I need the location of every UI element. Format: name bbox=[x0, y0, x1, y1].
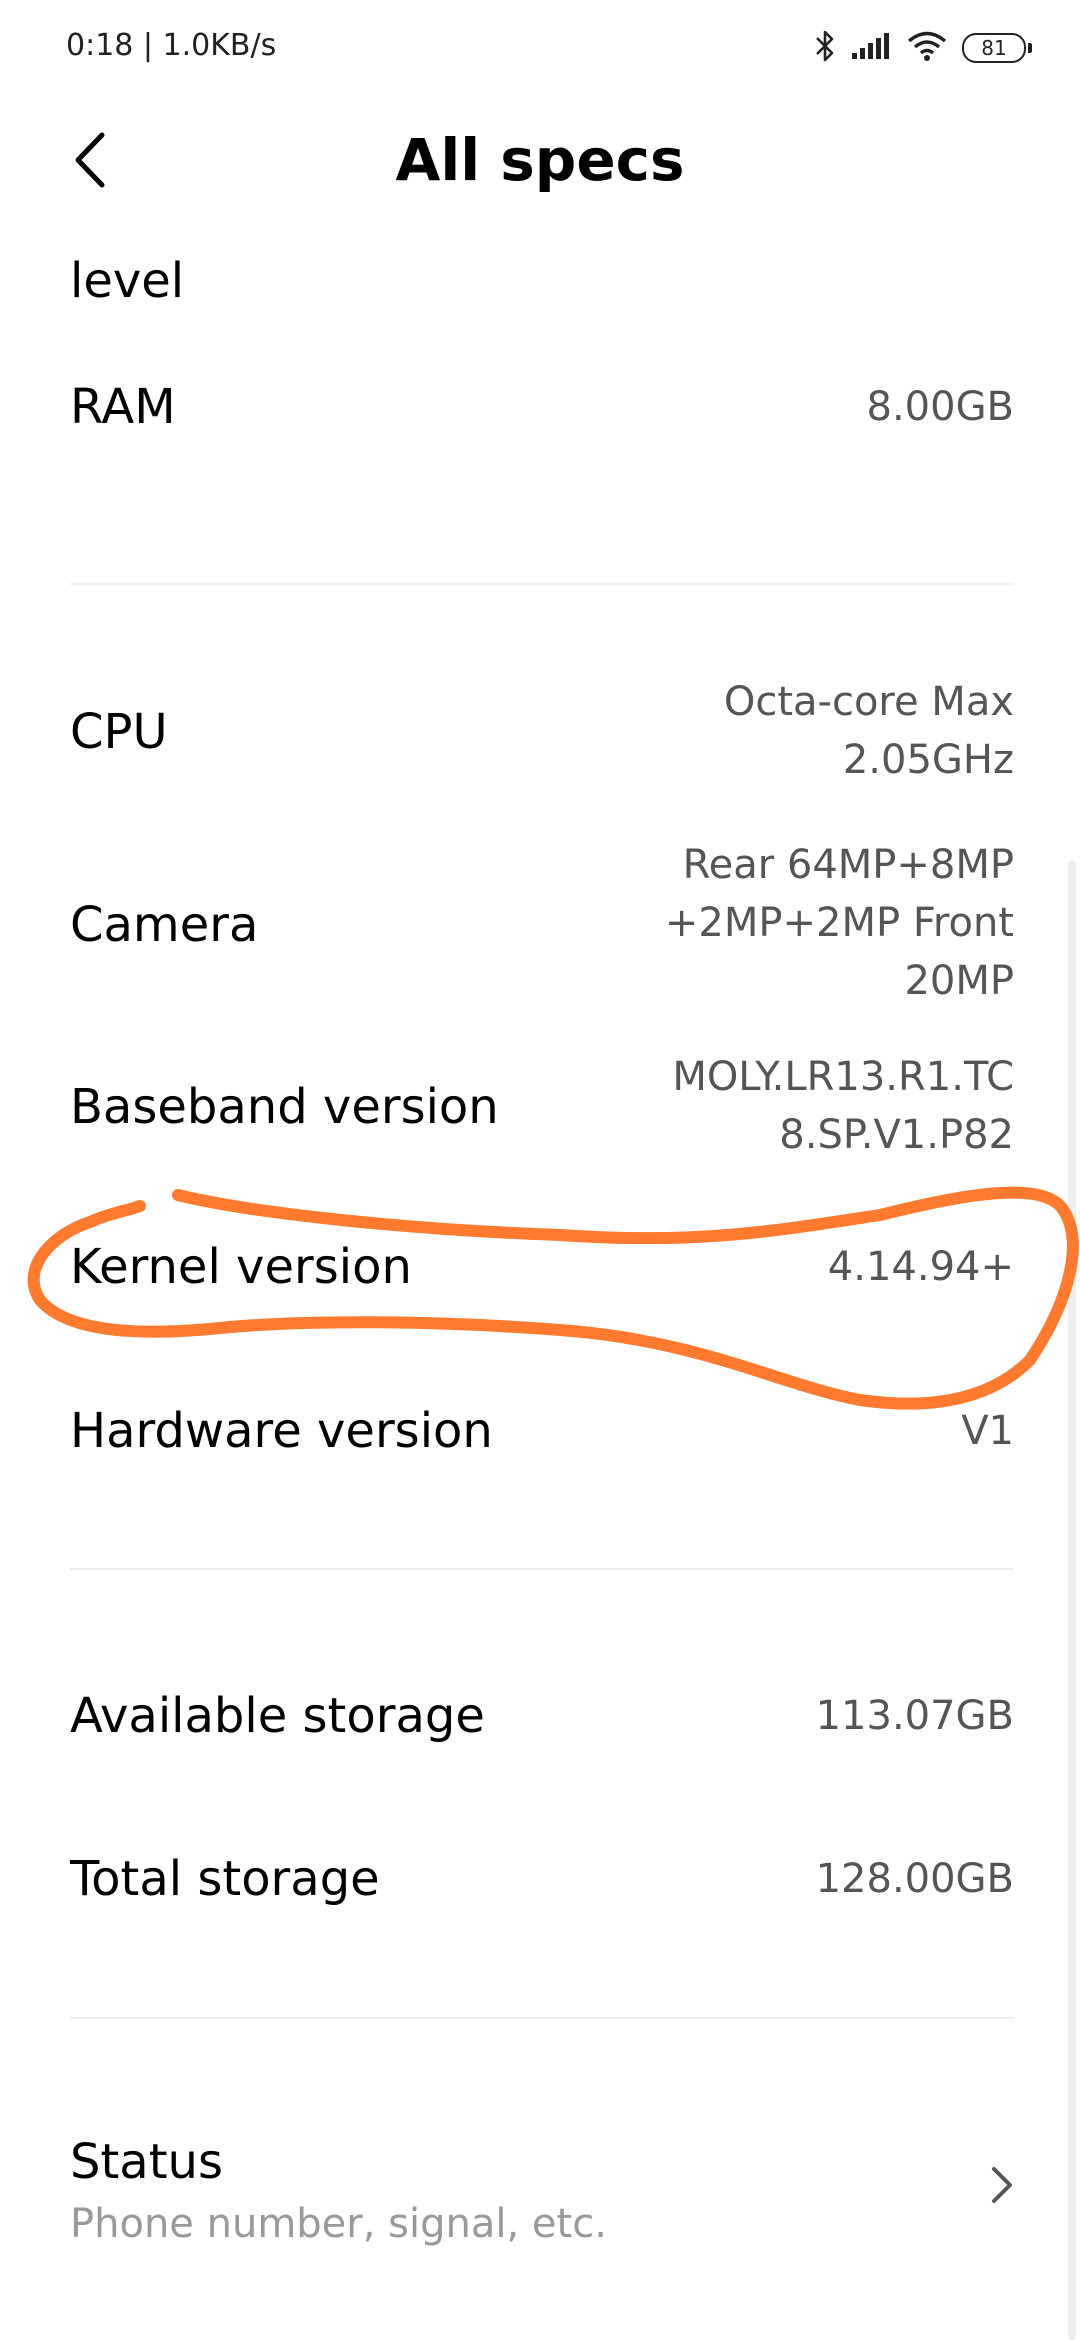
spec-value: 8.00GB bbox=[866, 384, 1015, 430]
spec-label: level bbox=[70, 253, 185, 309]
header: All specs bbox=[0, 100, 1080, 220]
divider bbox=[70, 2017, 1014, 2019]
status-row[interactable]: Status Phone number, signal, etc. bbox=[70, 2113, 1014, 2263]
spec-label: Camera bbox=[70, 897, 259, 953]
spec-row-hardware: Hardware version V1 bbox=[70, 1382, 1014, 1482]
spec-value: 128.00GB bbox=[815, 1856, 1014, 1902]
chevron-right-icon bbox=[992, 2167, 1012, 2203]
status-title: Status bbox=[70, 2134, 223, 2190]
signal-icon bbox=[850, 31, 892, 65]
spec-value: 4.14.94+ bbox=[827, 1244, 1014, 1290]
spec-value: Octa-core Max 2.05GHz bbox=[723, 679, 1014, 783]
spec-row-total-storage: Total storage 128.00GB bbox=[70, 1830, 1014, 1930]
divider bbox=[70, 583, 1014, 585]
spec-label: Kernel version bbox=[70, 1239, 412, 1295]
spec-row-baseband: Baseband version MOLY.LR13.R1.TC 8.SP.V1… bbox=[70, 1048, 1014, 1168]
battery-level: 81 bbox=[981, 36, 1007, 60]
battery-icon: 81 bbox=[962, 33, 1032, 63]
spec-row-camera: Camera Rear 64MP+8MP +2MP+2MP Front 20MP bbox=[70, 836, 1014, 1016]
scrollbar[interactable] bbox=[1068, 860, 1076, 2340]
spec-row-cpu: CPU Octa-core Max 2.05GHz bbox=[70, 673, 1014, 793]
page-title: All specs bbox=[395, 126, 685, 194]
spec-value: Rear 64MP+8MP +2MP+2MP Front 20MP bbox=[664, 842, 1014, 1004]
specs-list[interactable]: level 2019-12-01 RAM 8.00GB CPU Octa-cor… bbox=[0, 218, 1080, 2340]
spec-value: 2019-12-01 bbox=[594, 218, 1014, 282]
spec-row-available-storage: Available storage 113.07GB bbox=[70, 1667, 1014, 1767]
divider bbox=[70, 1568, 1014, 1570]
status-subtitle: Phone number, signal, etc. bbox=[70, 2201, 607, 2247]
spec-label: CPU bbox=[70, 704, 168, 760]
status-icons: 81 bbox=[814, 28, 1032, 68]
spec-label: Hardware version bbox=[70, 1403, 493, 1459]
spec-value: 113.07GB bbox=[815, 1693, 1014, 1739]
spec-label: Baseband version bbox=[70, 1079, 499, 1135]
wifi-icon bbox=[906, 30, 948, 66]
spec-value: MOLY.LR13.R1.TC 8.SP.V1.P82 bbox=[672, 1054, 1014, 1158]
spec-row-security-patch: level 2019-12-01 bbox=[70, 218, 1014, 318]
status-bar: 0:18 | 1.0KB/s 81 bbox=[0, 0, 1080, 100]
spec-value: V1 bbox=[961, 1408, 1014, 1454]
spec-row-ram: RAM 8.00GB bbox=[70, 358, 1014, 458]
spec-label: Total storage bbox=[70, 1851, 380, 1907]
spec-row-kernel: Kernel version 4.14.94+ bbox=[70, 1218, 1014, 1318]
bluetooth-icon bbox=[814, 29, 836, 67]
status-time-speed: 0:18 | 1.0KB/s bbox=[66, 28, 277, 63]
spec-label: Available storage bbox=[70, 1688, 485, 1744]
spec-label: RAM bbox=[70, 379, 176, 435]
